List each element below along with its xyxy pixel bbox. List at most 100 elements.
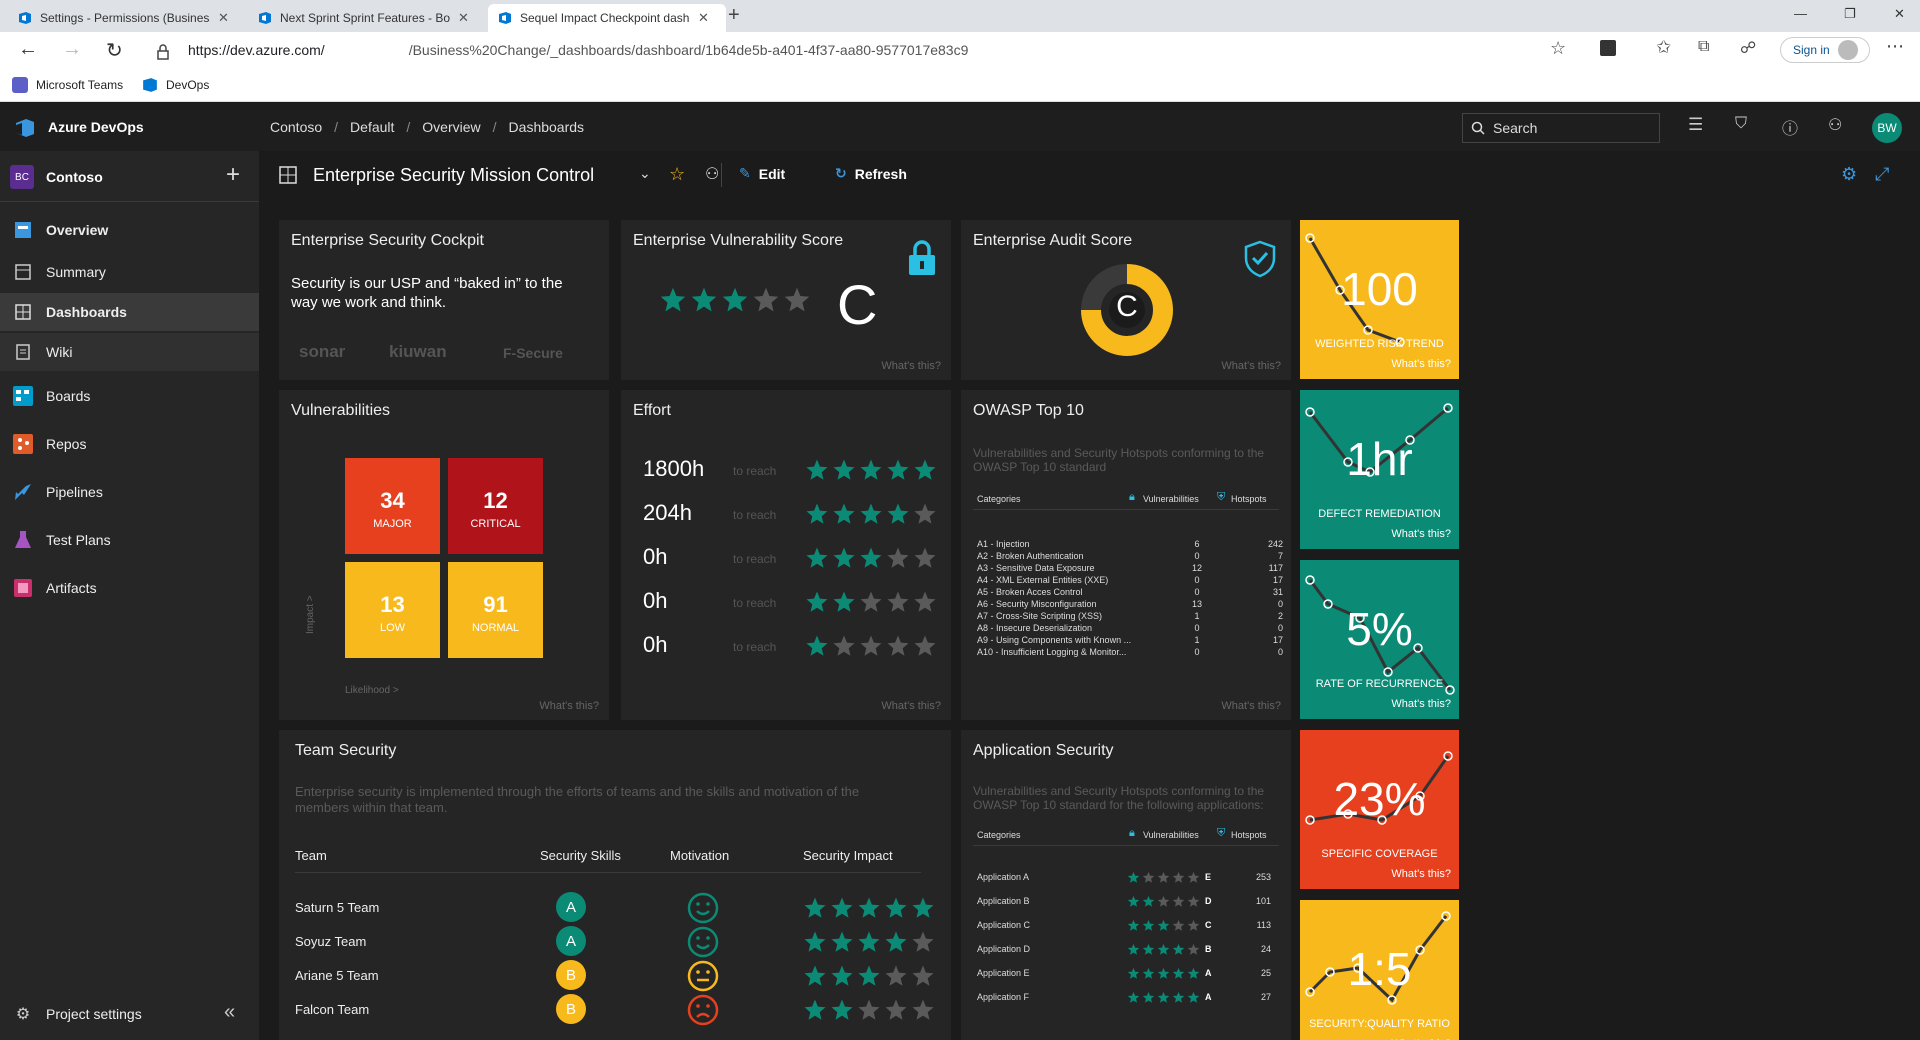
more-menu-icon[interactable]: ⋯ <box>1886 36 1904 57</box>
owasp-vuln-count: 0 <box>1194 623 1200 633</box>
effort-stars <box>805 502 940 526</box>
search-box[interactable]: Search <box>1462 113 1660 143</box>
back-icon[interactable]: ← <box>18 38 38 61</box>
whats-this-link[interactable]: What's this? <box>539 700 599 712</box>
star-filled-icon <box>1172 943 1185 955</box>
marketplace-bag-icon[interactable]: ⛉ <box>1735 115 1747 133</box>
whats-this-link[interactable]: What's this? <box>1391 358 1451 370</box>
fullscreen-icon[interactable]: ⤢ <box>1875 164 1889 185</box>
sidebar-item-artifacts[interactable]: Artifacts <box>0 569 259 607</box>
app-name[interactable]: Application F <box>977 992 1029 1002</box>
browser-tab[interactable]: Next Sprint Sprint Features - Boa... ✕ <box>248 4 486 32</box>
breadcrumb-item[interactable]: Contoso <box>270 119 322 135</box>
whats-this-link[interactable]: What's this? <box>1391 698 1451 710</box>
team-name[interactable]: Soyuz Team <box>295 934 366 949</box>
avatar[interactable]: BW <box>1872 113 1902 143</box>
app-stars <box>1127 895 1202 908</box>
extension-icon[interactable] <box>1600 40 1616 56</box>
sidebar-item-dashboards[interactable]: Dashboards <box>0 293 259 331</box>
star-filled-icon <box>691 287 717 312</box>
sidebar-item-wiki[interactable]: Wiki <box>0 333 259 371</box>
star-filled-icon <box>860 503 882 524</box>
url-field[interactable]: https://dev.azure.com//Business%20Change… <box>188 42 968 58</box>
widget-effort: Effort 1800h to reach 204h to reach 0h to rea… <box>621 390 951 720</box>
whats-this-link[interactable]: What's this? <box>881 360 941 372</box>
app-name[interactable]: Application B <box>977 896 1030 906</box>
browser-tab[interactable]: Settings - Permissions (Business C... ✕ <box>8 4 246 32</box>
star-filled-icon <box>806 547 828 568</box>
settings-gear-icon[interactable]: ⚙ <box>1841 164 1857 185</box>
project-settings-button[interactable]: ⚙ Project settings <box>0 995 259 1033</box>
close-tab-icon[interactable]: ✕ <box>698 10 709 26</box>
add-icon[interactable]: + <box>226 161 240 189</box>
sidebar-item-boards[interactable]: Boards <box>0 377 259 415</box>
sidebar-item-pipelines[interactable]: Pipelines <box>0 473 259 511</box>
whats-this-link[interactable]: What's this? <box>1391 868 1451 880</box>
bookmark-teams[interactable]: Microsoft Teams <box>12 77 123 93</box>
test-plans-icon <box>12 529 34 551</box>
app-name[interactable]: Application A <box>977 872 1029 882</box>
favorite-star-icon[interactable]: ☆ <box>669 164 685 185</box>
sidebar-item-summary[interactable]: Summary <box>0 253 259 291</box>
close-window-icon[interactable]: ✕ <box>1894 6 1905 22</box>
org-name[interactable]: Contoso <box>46 169 103 185</box>
collections-icon[interactable]: ⧉ <box>1698 38 1709 56</box>
help-icon[interactable]: ⓘ <box>1782 115 1798 139</box>
vulnerability-cell[interactable]: 34 MAJOR <box>345 458 440 554</box>
owasp-category: A9 - Using Components with Known ... <box>977 635 1132 645</box>
refresh-button[interactable]: ↻ Refresh <box>835 165 907 182</box>
star-empty-icon <box>887 547 909 568</box>
favorites-icon[interactable]: ✩ <box>1656 37 1671 58</box>
dashboard-picker-chevron-icon[interactable]: ⌄ <box>639 165 651 182</box>
vulnerability-cell[interactable]: 91 NORMAL <box>448 562 543 658</box>
star-filled-icon <box>858 931 880 952</box>
favorite-star-icon[interactable]: ☆ <box>1550 38 1566 59</box>
widget-title: Enterprise Audit Score <box>973 232 1133 249</box>
sign-in-button[interactable]: Sign in <box>1780 37 1870 63</box>
table-row: Saturn 5 Team A <box>279 892 951 924</box>
breadcrumb-item[interactable]: Dashboards <box>509 119 585 135</box>
app-name[interactable]: Application D <box>977 944 1030 954</box>
whats-this-link[interactable]: What's this? <box>1221 360 1281 372</box>
sidebar-item-repos[interactable]: Repos <box>0 425 259 463</box>
star-filled-icon <box>806 591 828 612</box>
edit-button[interactable]: ✎ Edit <box>739 165 785 182</box>
brand-title[interactable]: Azure DevOps <box>48 119 144 135</box>
whats-this-link[interactable]: What's this? <box>1391 528 1451 540</box>
browser-tab-active[interactable]: Sequel Impact Checkpoint dashb... ✕ <box>488 4 726 32</box>
new-tab-button[interactable]: + <box>728 4 740 27</box>
feedback-icon[interactable]: ☍ <box>1740 38 1756 58</box>
app-name[interactable]: Application E <box>977 968 1030 978</box>
team-name[interactable]: Falcon Team <box>295 1002 369 1017</box>
minimize-icon[interactable]: — <box>1794 6 1807 21</box>
sidebar-item-test-plans[interactable]: Test Plans <box>0 521 259 559</box>
breadcrumb-item[interactable]: Overview <box>422 119 480 135</box>
collapse-sidebar-icon[interactable]: « <box>224 1001 235 1024</box>
owasp-row: A6 - Security Misconfiguration 13 0 <box>977 599 1283 611</box>
maximize-icon[interactable]: ❐ <box>1844 6 1856 22</box>
kpi-value: 23% <box>1333 773 1426 825</box>
close-tab-icon[interactable]: ✕ <box>218 10 229 26</box>
bookmark-devops[interactable]: DevOps <box>142 77 209 93</box>
user-settings-icon[interactable]: ⚇ <box>1828 115 1842 135</box>
team-members-icon[interactable]: ⚇ <box>705 164 719 184</box>
owasp-vuln-count: 0 <box>1194 587 1200 597</box>
whats-this-link[interactable]: What's this? <box>881 700 941 712</box>
sidebar-item-overview[interactable]: Overview <box>0 211 259 249</box>
breadcrumb-item[interactable]: Default <box>350 119 394 135</box>
close-tab-icon[interactable]: ✕ <box>458 10 469 26</box>
app-grade: B <box>1205 944 1212 954</box>
reload-icon[interactable]: ↻ <box>106 38 123 63</box>
forward-icon[interactable]: → <box>62 38 82 61</box>
app-name[interactable]: Application C <box>977 920 1030 930</box>
vulnerability-cell[interactable]: 12 CRITICAL <box>448 458 543 554</box>
vulnerability-cell[interactable]: 13 LOW <box>345 562 440 658</box>
azure-devops-logo-icon[interactable] <box>14 117 36 139</box>
whats-this-link[interactable]: What's this? <box>1221 700 1281 712</box>
team-name[interactable]: Saturn 5 Team <box>295 900 379 915</box>
team-name[interactable]: Ariane 5 Team <box>295 968 379 983</box>
star-empty-icon <box>1187 871 1200 883</box>
devops-favicon-icon <box>19 12 31 24</box>
list-icon[interactable]: ☰ <box>1688 115 1703 135</box>
star-empty-icon <box>1187 895 1200 907</box>
